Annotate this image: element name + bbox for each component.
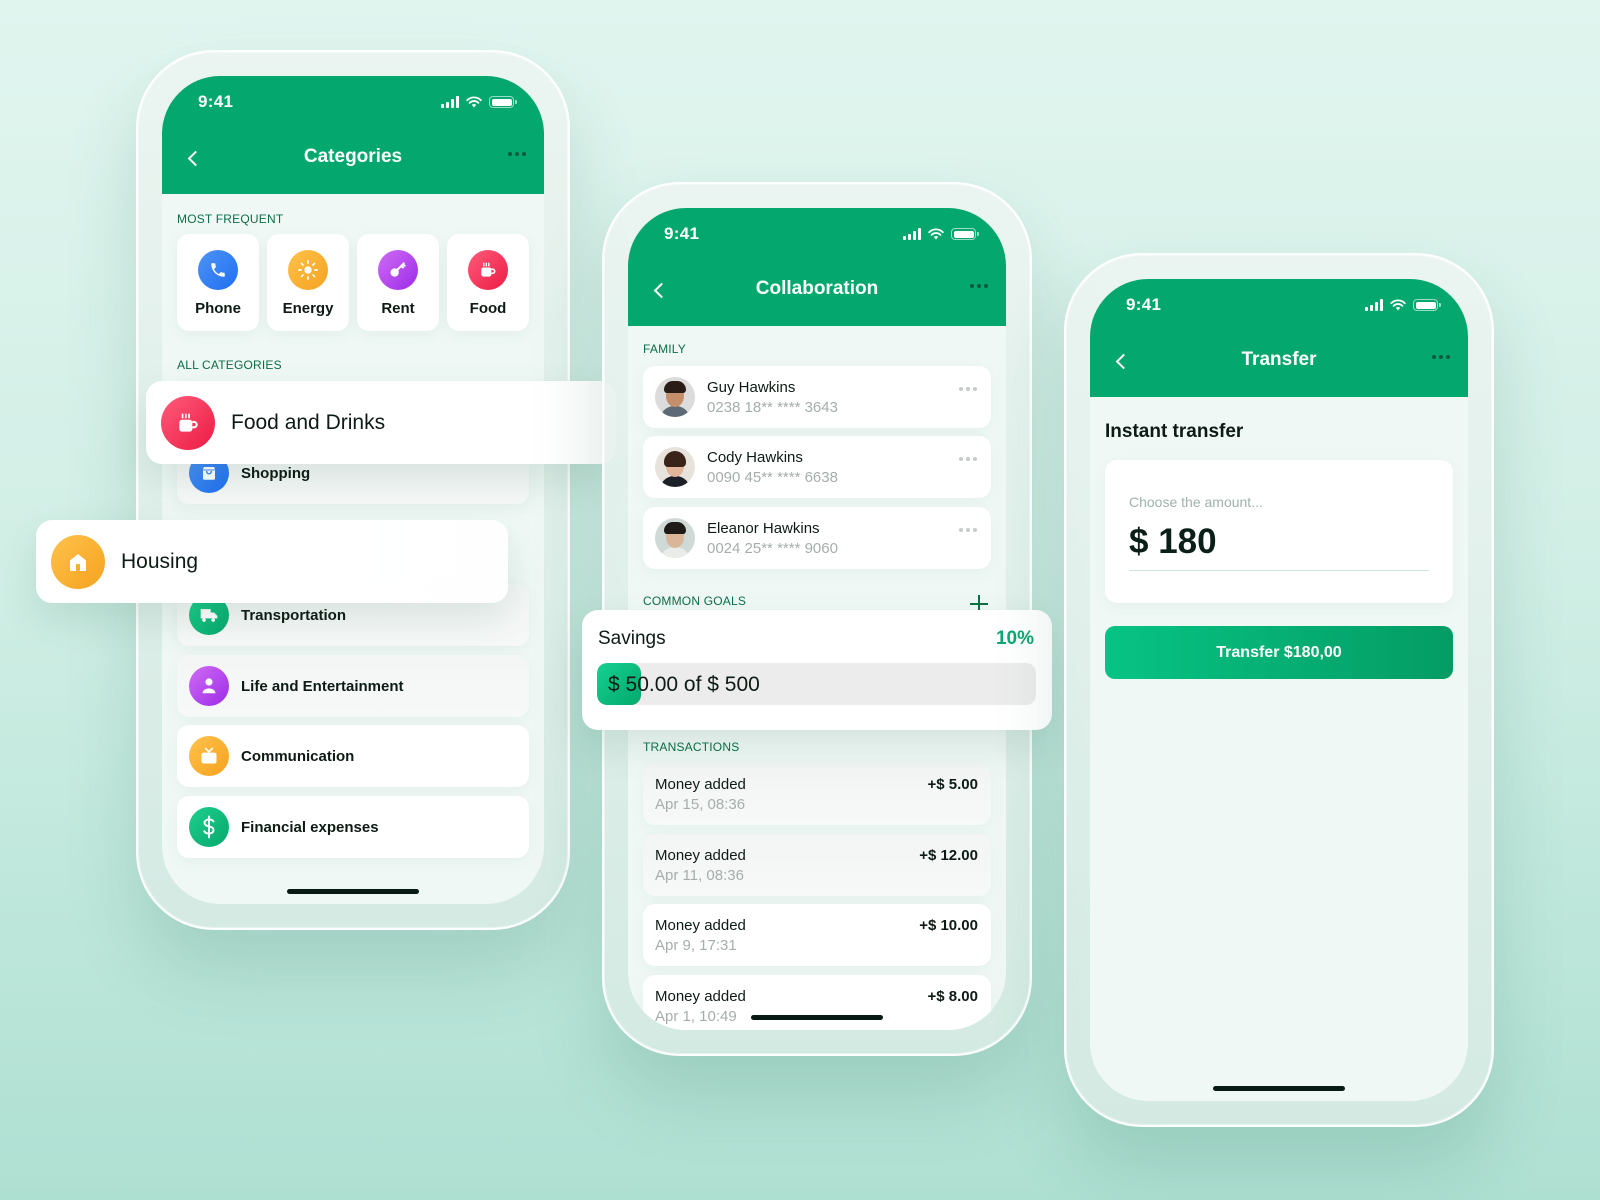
category-label: Food and Drinks [231, 410, 386, 434]
member-name: Guy Hawkins [707, 378, 796, 396]
family-label: FAMILY [643, 342, 686, 356]
member-account: 0238 18** **** 3643 [707, 398, 838, 416]
category-item-food-and-drinks[interactable]: Food and Drinks [146, 381, 616, 464]
transaction-title: Money added [655, 917, 746, 934]
signal-icon [1365, 299, 1383, 311]
instant-transfer-heading: Instant transfer [1105, 421, 1244, 442]
category-label: Transportation [241, 606, 347, 624]
member-more-button[interactable] [959, 387, 977, 391]
savings-goal-card[interactable]: Savings 10% $ 50.00 of $ 500 [582, 610, 1052, 730]
transaction-date: Apr 9, 17:31 [655, 937, 737, 954]
goal-percent: 10% [995, 628, 1034, 649]
phone-transfer: 9:41 Transfer Instant transfer Choose th… [1064, 253, 1494, 1127]
person-icon [189, 666, 229, 706]
transaction-amount: +$ 10.00 [919, 917, 978, 934]
category-label: Shopping [241, 464, 311, 482]
transaction-date: Apr 11, 08:36 [655, 867, 744, 884]
transaction-amount: +$ 12.00 [919, 847, 978, 864]
category-label: Life and Entertainment [241, 677, 404, 695]
categories-list: Shopping Transportation Life and Enterta… [177, 76, 529, 904]
transaction-date: Apr 15, 08:36 [655, 796, 746, 813]
transfer-screen: 9:41 Transfer Instant transfer Choose th… [1090, 279, 1468, 1101]
avatar [655, 518, 695, 558]
status-time: 9:41 [1126, 295, 1162, 314]
amount-placeholder: Choose the amount... [1129, 494, 1263, 510]
transaction-amount: +$ 8.00 [927, 988, 978, 1005]
family-member-item[interactable]: Cody Hawkins 0090 45** **** 6638 [643, 436, 991, 498]
member-more-button[interactable] [959, 457, 977, 461]
family-member-item[interactable]: Eleanor Hawkins 0024 25** **** 9060 [643, 507, 991, 569]
more-options-button[interactable] [1432, 355, 1450, 359]
transaction-item[interactable]: Money added Apr 11, 08:36 +$ 12.00 [643, 834, 991, 896]
amount-underline [1129, 570, 1429, 571]
coffee-cup-icon [161, 395, 215, 450]
amount-input[interactable] [1129, 522, 1429, 562]
wifi-icon [1390, 299, 1406, 311]
member-name: Eleanor Hawkins [707, 519, 820, 537]
common-goals-label: COMMON GOALS [643, 594, 747, 608]
avatar [655, 377, 695, 417]
category-label: Financial expenses [241, 818, 379, 836]
dollar-icon [189, 807, 229, 847]
tv-icon [189, 736, 229, 776]
status-icons [1365, 298, 1441, 312]
member-name: Cody Hawkins [707, 448, 803, 466]
wifi-icon [928, 228, 944, 240]
transaction-item[interactable]: Money added Apr 1, 10:49 +$ 8.00 [643, 975, 991, 1030]
phone-categories: 9:41 Categories MOST FREQUENT Phone Ener… [136, 50, 570, 930]
transaction-date: Apr 1, 10:49 [655, 1008, 737, 1025]
more-options-button[interactable] [970, 284, 988, 288]
category-item-housing[interactable]: Housing [36, 520, 508, 603]
category-label: Communication [241, 747, 355, 765]
amount-card: Choose the amount... [1105, 460, 1453, 603]
battery-icon [1413, 299, 1441, 311]
avatar [655, 447, 695, 487]
member-account: 0024 25** **** 9060 [707, 539, 838, 557]
home-indicator [1213, 1086, 1345, 1091]
home-indicator [751, 1015, 883, 1020]
transaction-item[interactable]: Money added Apr 15, 08:36 +$ 5.00 [643, 763, 991, 825]
transaction-title: Money added [655, 988, 746, 1005]
category-label: Housing [121, 549, 199, 573]
transactions-label: TRANSACTIONS [643, 740, 740, 754]
category-item-communication[interactable]: Communication [177, 725, 529, 787]
status-time: 9:41 [664, 224, 700, 243]
transaction-title: Money added [655, 847, 746, 864]
house-icon [51, 534, 105, 589]
signal-icon [903, 228, 921, 240]
member-more-button[interactable] [959, 528, 977, 532]
goal-name: Savings [598, 628, 666, 649]
transaction-amount: +$ 5.00 [927, 776, 978, 793]
home-indicator [287, 889, 419, 894]
goal-amount: $ 50.00 of $ 500 [608, 673, 760, 696]
categories-screen: 9:41 Categories MOST FREQUENT Phone Ener… [162, 76, 544, 904]
goal-progress-bar: $ 50.00 of $ 500 [597, 663, 1036, 705]
member-account: 0090 45** **** 6638 [707, 468, 838, 486]
transfer-button[interactable]: Transfer $180,00 [1105, 626, 1453, 679]
battery-icon [951, 228, 979, 240]
page-title: Transfer [1241, 349, 1317, 370]
category-item-life-and-entertainment[interactable]: Life and Entertainment [177, 655, 529, 717]
transaction-title: Money added [655, 776, 746, 793]
transaction-item[interactable]: Money added Apr 9, 17:31 +$ 10.00 [643, 904, 991, 966]
category-item-financial-expenses[interactable]: Financial expenses [177, 796, 529, 858]
app-bar: 9:41 Collaboration [628, 208, 1006, 326]
family-member-item[interactable]: Guy Hawkins 0238 18** **** 3643 [643, 366, 991, 428]
status-icons [903, 227, 979, 241]
page-title: Collaboration [755, 278, 879, 299]
app-bar: 9:41 Transfer [1090, 279, 1468, 397]
